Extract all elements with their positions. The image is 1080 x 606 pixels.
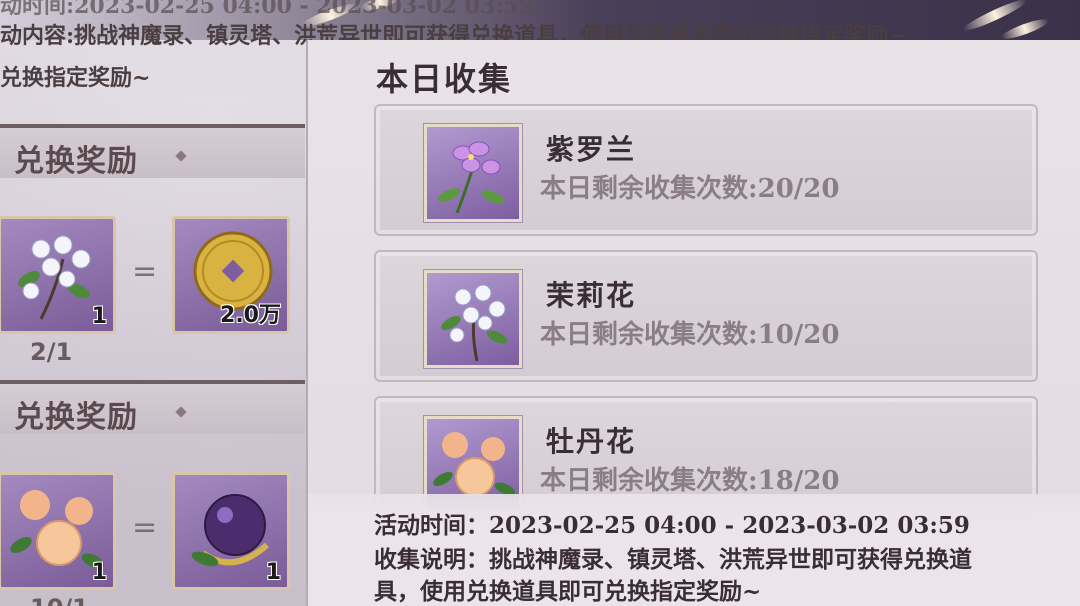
reward-row[interactable]: 1 = 1 10/1 bbox=[0, 470, 305, 606]
item-name: 紫罗兰 bbox=[546, 133, 637, 166]
popup-title: 本日收集 bbox=[376, 60, 513, 98]
reward-list: 兑换奖励 1 = 2.0万 2/1 兑换奖励 1 = 1 bbox=[0, 124, 305, 606]
diamond-icon bbox=[175, 406, 187, 418]
item-quantity: 1 bbox=[91, 304, 107, 329]
item-name: 茉莉花 bbox=[546, 279, 637, 312]
collection-item-card[interactable]: 茉莉花 本日剩余收集次数:10/20 bbox=[374, 250, 1038, 382]
daily-collection-popup: 本日收集 紫罗兰 本日剩余收集次数:20/20 茉莉花 本日剩余收集次数:10/… bbox=[306, 40, 1080, 606]
exchange-ratio: 10/1 bbox=[30, 594, 89, 606]
item-remaining-count: 本日剩余收集次数:18/20 bbox=[540, 466, 840, 496]
equals-sign: = bbox=[132, 510, 158, 545]
event-info-footer: 活动时间：2023-02-25 04:00 - 2023-03-02 03:59… bbox=[308, 494, 1080, 606]
item-name: 牡丹花 bbox=[546, 425, 637, 458]
cost-item[interactable]: 1 bbox=[0, 216, 116, 334]
equals-sign: = bbox=[132, 254, 158, 289]
item-remaining-count: 本日剩余收集次数:20/20 bbox=[540, 174, 840, 204]
collection-description: 收集说明：挑战神魔录、镇灵塔、洪荒异世即可获得兑换道 bbox=[374, 546, 972, 573]
reward-item[interactable]: 1 bbox=[172, 472, 290, 590]
collection-item-card[interactable]: 紫罗兰 本日剩余收集次数:20/20 bbox=[374, 104, 1038, 236]
item-quantity: 1 bbox=[265, 560, 281, 585]
item-quantity: 1 bbox=[91, 560, 107, 585]
event-time-background: 动时间:2023-02-25 04:00 - 2023-03-02 03:59 bbox=[0, 0, 535, 19]
item-icon-frame[interactable] bbox=[423, 123, 523, 223]
item-icon-frame[interactable] bbox=[423, 269, 523, 369]
exchange-ratio: 2/1 bbox=[30, 338, 73, 366]
violet-icon bbox=[437, 141, 505, 214]
event-time: 活动时间：2023-02-25 04:00 - 2023-03-02 03:59 bbox=[374, 512, 970, 539]
event-content-background-line2: 兑换指定奖励~ bbox=[0, 65, 151, 91]
reward-section-header: 兑换奖励 bbox=[0, 380, 305, 435]
reward-item[interactable]: 2.0万 bbox=[172, 216, 290, 334]
reward-row[interactable]: 1 = 2.0万 2/1 bbox=[0, 214, 305, 366]
item-quantity: 2.0万 bbox=[220, 303, 281, 328]
jasmine-icon bbox=[441, 284, 508, 362]
collection-description-line2: 具，使用兑换道具即可兑换指定奖励~ bbox=[374, 578, 762, 605]
reward-section-title: 兑换奖励 bbox=[14, 144, 138, 179]
cost-item[interactable]: 1 bbox=[0, 472, 116, 590]
item-remaining-count: 本日剩余收集次数:10/20 bbox=[540, 320, 840, 350]
reward-section-title: 兑换奖励 bbox=[14, 400, 138, 435]
reward-section-header: 兑换奖励 bbox=[0, 124, 305, 179]
diamond-icon bbox=[175, 150, 187, 162]
